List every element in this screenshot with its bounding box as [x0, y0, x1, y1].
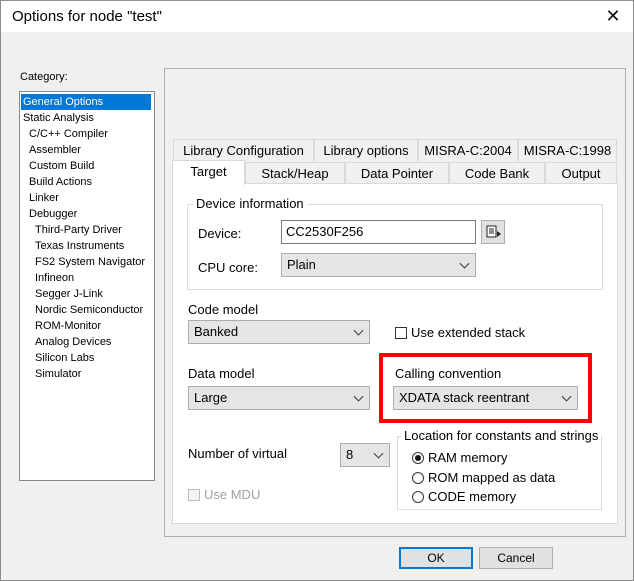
device-select-button[interactable] — [481, 220, 505, 244]
cancel-button[interactable]: Cancel — [479, 547, 553, 569]
rom-mapped-label: ROM mapped as data — [428, 470, 556, 485]
code-memory-radio[interactable] — [412, 491, 424, 503]
ok-button[interactable]: OK — [399, 547, 473, 569]
use-mdu-checkbox[interactable] — [188, 489, 200, 501]
device-browse-icon — [486, 225, 501, 238]
chevron-down-icon — [353, 325, 364, 336]
tab-library-configuration[interactable]: Library Configuration — [173, 139, 314, 161]
category-item-build-actions[interactable]: Build Actions — [27, 174, 92, 190]
tab-library-options[interactable]: Library options — [314, 139, 418, 161]
location-title: Location for constants and strings — [401, 428, 602, 443]
category-label: Category: — [20, 71, 68, 83]
tab-target[interactable]: Target — [172, 160, 245, 185]
cpu-core-value: Plain — [287, 257, 316, 272]
tab-misra-1998[interactable]: MISRA-C:1998 — [518, 139, 617, 161]
calling-convention-label: Calling convention — [395, 366, 502, 381]
device-information-title: Device information — [193, 196, 307, 211]
category-item-nordic-semiconductor[interactable]: Nordic Semiconductor — [33, 302, 143, 318]
category-item-custom-build[interactable]: Custom Build — [27, 158, 94, 174]
category-item-analog-devices[interactable]: Analog Devices — [33, 334, 111, 350]
use-extended-stack-checkbox[interactable] — [395, 327, 407, 339]
category-item-fs2-system-navigator[interactable]: FS2 System Navigator — [33, 254, 145, 270]
code-memory-label: CODE memory — [428, 489, 517, 504]
device-label: Device: — [198, 226, 242, 241]
category-item-c-compiler[interactable]: C/C++ Compiler — [27, 126, 108, 142]
virtual-registers-value: 8 — [346, 447, 354, 462]
data-model-label: Data model — [188, 366, 255, 381]
category-list: General Options Static Analysis C/C++ Co… — [19, 91, 155, 481]
ram-memory-radio[interactable] — [412, 452, 424, 464]
tab-misra-2004[interactable]: MISRA-C:2004 — [418, 139, 518, 161]
category-item-linker[interactable]: Linker — [27, 190, 59, 206]
cpu-core-label: CPU core: — [198, 260, 258, 275]
code-model-label: Code model — [188, 302, 259, 317]
tab-output[interactable]: Output — [545, 162, 617, 184]
category-item-debugger[interactable]: Debugger — [27, 206, 77, 222]
data-model-value: Large — [194, 390, 228, 405]
code-model-select[interactable]: Banked — [188, 320, 370, 344]
data-model-select[interactable]: Large — [188, 386, 370, 410]
options-dialog: Options for node "test" ✕ Category: Gene… — [0, 0, 634, 581]
category-item-assembler[interactable]: Assembler — [27, 142, 81, 158]
use-extended-stack-label: Use extended stack — [411, 325, 526, 340]
virtual-registers-select[interactable]: 8 — [340, 443, 390, 467]
chevron-down-icon — [459, 258, 470, 269]
tab-code-bank[interactable]: Code Bank — [449, 162, 545, 184]
radio-selected-dot — [415, 455, 421, 461]
virtual-registers-label: Number of virtual — [188, 446, 287, 461]
category-item-rom-monitor[interactable]: ROM-Monitor — [33, 318, 101, 334]
calling-convention-value: XDATA stack reentrant — [399, 390, 530, 405]
category-item-general-options[interactable]: General Options — [21, 94, 151, 110]
tab-stack-heap[interactable]: Stack/Heap — [245, 162, 345, 184]
rom-mapped-radio[interactable] — [412, 472, 424, 484]
category-item-texas-instruments[interactable]: Texas Instruments — [33, 238, 124, 254]
calling-convention-select[interactable]: XDATA stack reentrant — [393, 386, 578, 410]
category-item-static-analysis[interactable]: Static Analysis — [21, 110, 94, 126]
chevron-down-icon — [561, 391, 572, 402]
cpu-core-select[interactable]: Plain — [281, 253, 476, 277]
ram-memory-label: RAM memory — [428, 450, 508, 465]
device-information-group — [187, 204, 603, 290]
close-icon[interactable]: ✕ — [597, 2, 629, 30]
category-item-simulator[interactable]: Simulator — [33, 366, 81, 382]
use-mdu-label: Use MDU — [204, 487, 261, 502]
window-title: Options for node "test" — [12, 8, 162, 25]
chevron-down-icon — [353, 391, 364, 402]
category-item-segger-jlink[interactable]: Segger J-Link — [33, 286, 103, 302]
category-item-silicon-labs[interactable]: Silicon Labs — [33, 350, 94, 366]
category-item-third-party-driver[interactable]: Third-Party Driver — [33, 222, 122, 238]
chevron-down-icon — [373, 448, 384, 459]
tab-data-pointer[interactable]: Data Pointer — [345, 162, 449, 184]
device-field[interactable]: CC2530F256 — [281, 220, 476, 244]
code-model-value: Banked — [194, 324, 239, 339]
category-item-infineon[interactable]: Infineon — [33, 270, 74, 286]
title-bar: Options for node "test" ✕ — [1, 1, 633, 32]
